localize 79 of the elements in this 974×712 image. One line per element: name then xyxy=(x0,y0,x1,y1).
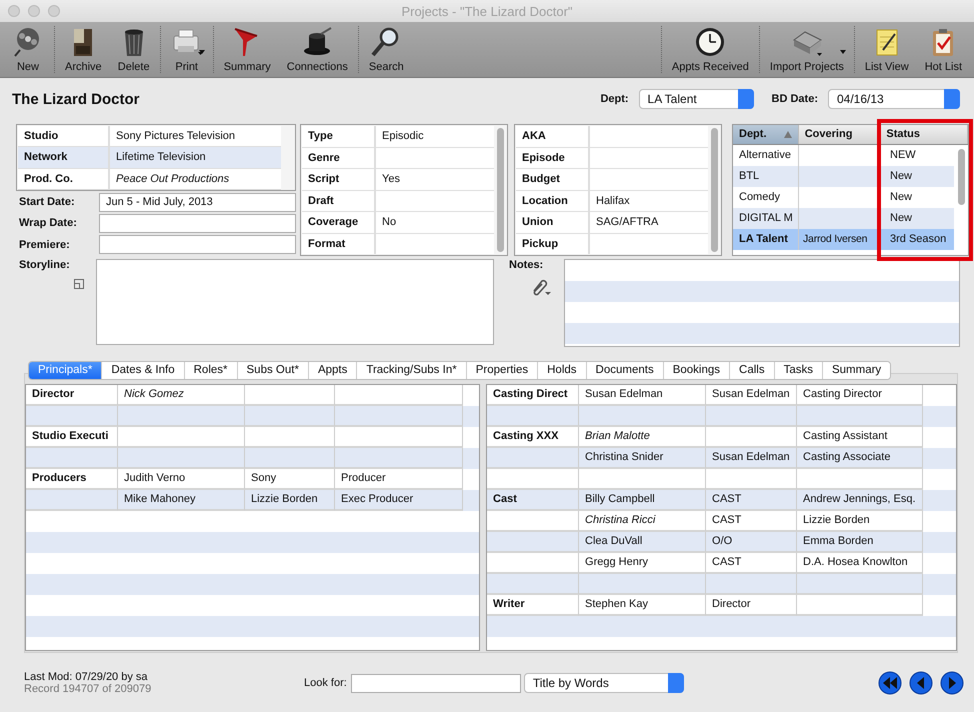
table-row[interactable]: BTL New xyxy=(733,166,954,187)
table-cell: Director xyxy=(706,595,798,616)
input-field[interactable]: Jun 5 - Mid July, 2013 xyxy=(99,192,296,212)
table-cell-text: SAG/AFTRA xyxy=(595,215,660,230)
field-label: Look for: xyxy=(304,677,347,689)
table-cell-text: Halifax xyxy=(595,194,631,208)
row-label: Format xyxy=(302,234,376,254)
table-cell-text: No xyxy=(381,215,398,230)
stepper-icon xyxy=(668,672,684,692)
table-cell: Exec Producer xyxy=(335,490,463,511)
toolbar-button[interactable]: Print xyxy=(162,22,211,77)
dept-select[interactable]: LA Talent xyxy=(638,89,754,109)
next-record-icon[interactable] xyxy=(940,671,964,695)
table-cell-text: NEW xyxy=(889,148,917,163)
scrollbar[interactable] xyxy=(710,128,718,252)
input-field[interactable] xyxy=(99,214,296,233)
stepper-icon xyxy=(944,88,960,108)
column-header[interactable]: Dept. xyxy=(733,125,799,144)
scrollbar[interactable] xyxy=(958,149,964,205)
field-label: Wrap Date: xyxy=(18,217,78,230)
search-field[interactable] xyxy=(350,674,521,692)
expand-icon[interactable] xyxy=(74,279,84,289)
toolbar-button[interactable]: Summary xyxy=(216,22,279,77)
toolbar-button[interactable]: Archive xyxy=(57,22,110,77)
search-mode-select[interactable]: Title by Words xyxy=(524,673,684,693)
table-cell: Stephen Kay xyxy=(579,595,706,616)
field-label: BD Date: xyxy=(772,93,818,105)
toolbar-button[interactable]: Search xyxy=(360,22,412,77)
close-button[interactable] xyxy=(8,5,20,17)
table-row[interactable]: LA Talent Jarrod Iversen 3rd Season xyxy=(733,229,954,250)
sort-arrow-icon xyxy=(784,131,792,138)
project-title: The Lizard Doctor xyxy=(12,90,140,108)
table-cell: Mike Mahoney xyxy=(118,490,245,511)
field-label: Premiere: xyxy=(18,238,71,251)
first-record-icon[interactable] xyxy=(878,671,902,695)
toolbar-hat-icon xyxy=(301,26,334,58)
table-cell: Lizzie Borden xyxy=(245,490,335,511)
minimize-button[interactable] xyxy=(28,5,40,17)
table-cell-text: New xyxy=(889,169,914,184)
table-cell-text: New xyxy=(889,190,914,205)
field-label: Start Date: xyxy=(18,196,76,208)
toolbar-button[interactable]: List View xyxy=(856,22,917,77)
field-label: Dept: xyxy=(600,93,629,105)
column-header[interactable]: Status xyxy=(880,125,968,144)
table-cell-text: Peace Out Productions xyxy=(115,172,230,187)
input-field[interactable] xyxy=(99,235,296,254)
table-cell-text: Yes xyxy=(381,172,401,187)
scrollbar[interactable] xyxy=(496,128,504,252)
zoom-button[interactable] xyxy=(48,5,60,17)
last-modified-text: Last Mod: 07/29/20 by sa xyxy=(24,671,149,683)
toolbar-button[interactable]: Import Projects xyxy=(762,22,852,77)
table-cell: Jarrod Iversen xyxy=(799,229,881,250)
column-header[interactable]: Covering xyxy=(798,125,880,144)
toolbar-button[interactable]: Delete xyxy=(110,22,158,77)
field-label: Notes: xyxy=(508,259,544,271)
storyline-field[interactable] xyxy=(96,259,494,345)
previous-record-icon[interactable] xyxy=(909,671,933,695)
window-title: Projects - "The Lizard Doctor" xyxy=(401,4,573,18)
stepper-icon xyxy=(738,88,754,108)
table-cell-text: Lifetime Television xyxy=(115,150,207,166)
row-label: Prod. Co. xyxy=(18,168,110,189)
date-select[interactable]: 04/16/13 xyxy=(828,89,960,109)
field-label: Storyline: xyxy=(18,259,71,271)
table-cell-text: 3rd Season xyxy=(889,232,948,247)
record-count: Record 194707 of 209079 xyxy=(24,683,152,695)
table-cell-text: Sony Pictures Television xyxy=(115,129,236,144)
toolbar-button[interactable]: Appts Received xyxy=(664,22,757,77)
table-cell-text: Episodic xyxy=(381,129,425,144)
table-cell-text: New xyxy=(889,211,914,226)
toolbar-button[interactable]: Connections xyxy=(278,22,356,77)
table-row[interactable]: DIGITAL M New xyxy=(733,208,954,229)
notes-field[interactable] xyxy=(564,259,960,347)
tab[interactable]: Principals* xyxy=(29,362,102,379)
toolbar-button[interactable]: New xyxy=(4,22,52,77)
toolbar-button[interactable]: Hot List xyxy=(916,22,970,77)
toolbar-clock-icon xyxy=(694,26,726,58)
table-cell: LA Talent xyxy=(733,229,799,250)
table-cell: Writer xyxy=(487,595,580,616)
row-label: Pickup xyxy=(516,234,590,254)
